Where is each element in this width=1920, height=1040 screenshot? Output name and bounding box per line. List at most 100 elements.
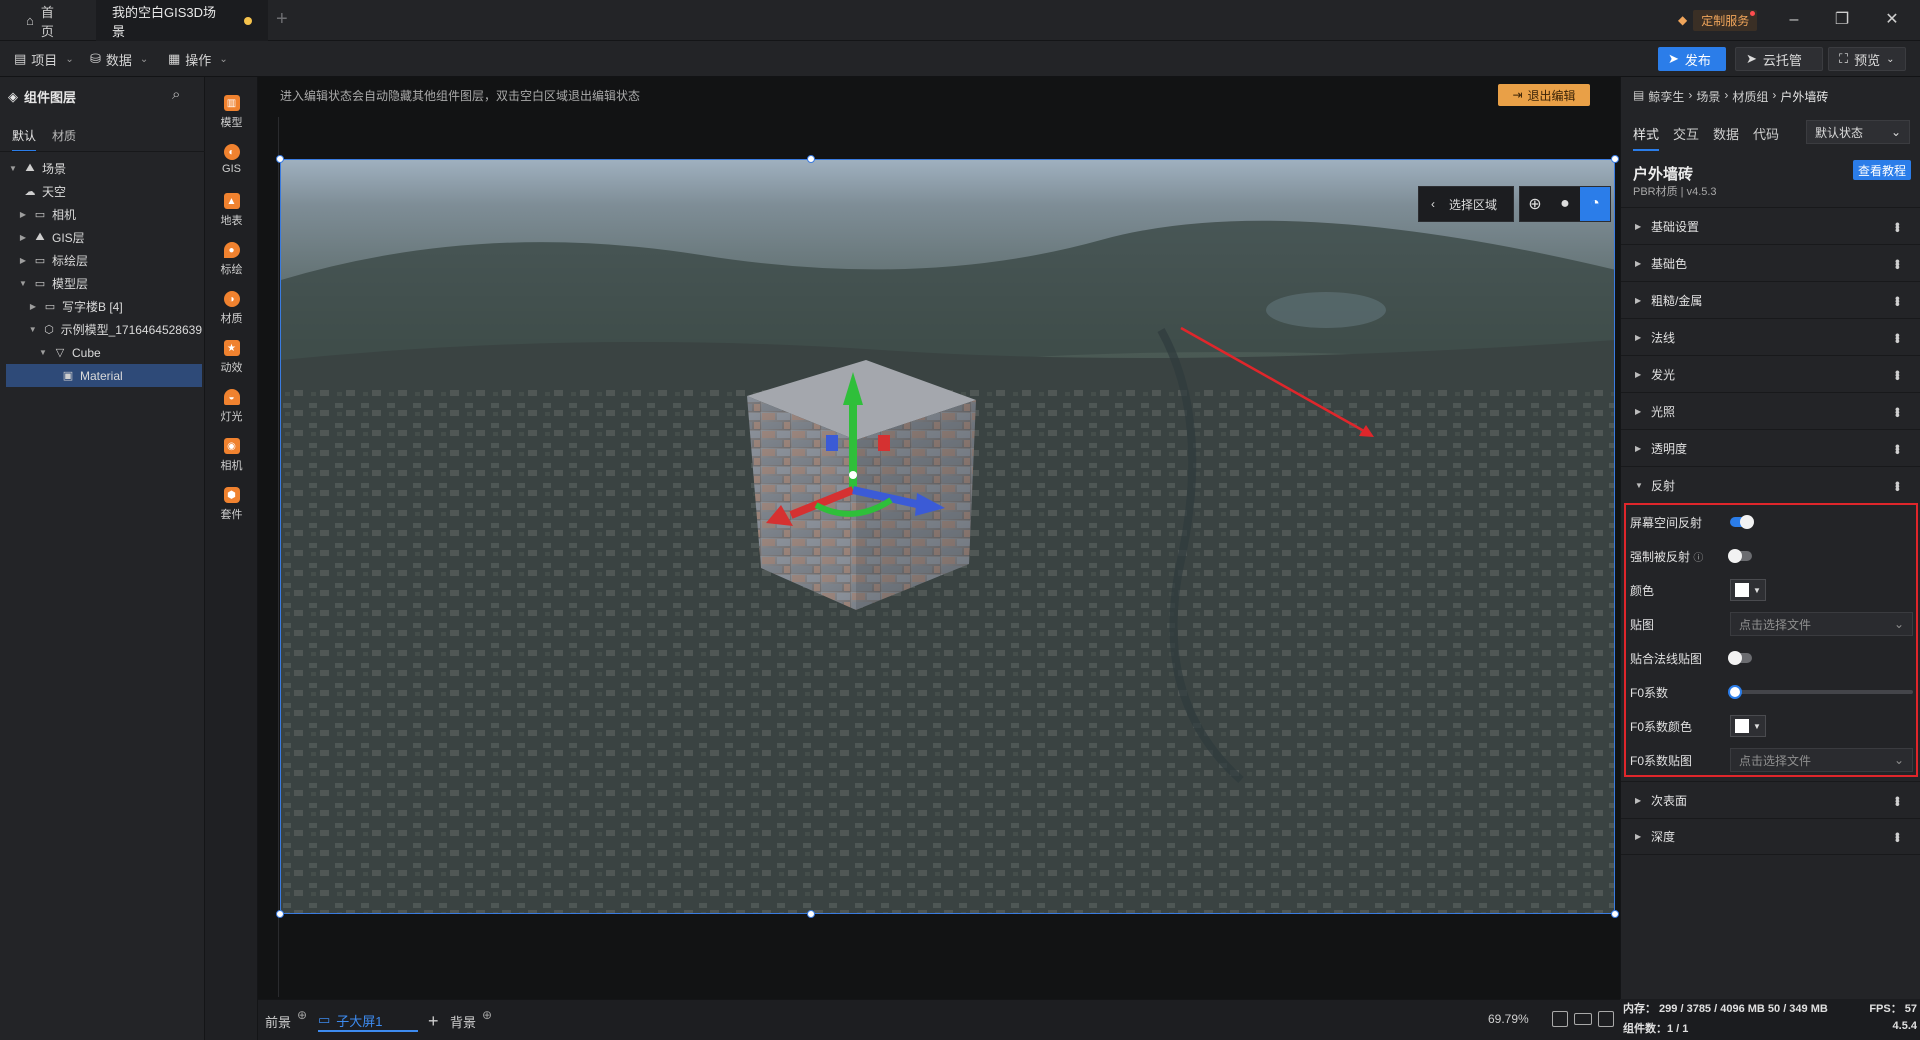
f0-color-picker[interactable]: ▼ bbox=[1730, 715, 1766, 737]
scene-tab[interactable]: 我的空白GIS3D场景 bbox=[96, 0, 268, 41]
tool-light[interactable]: ◒ 灯光 bbox=[205, 389, 258, 424]
fit-screen-icon[interactable] bbox=[1552, 1011, 1568, 1027]
caret-right-icon[interactable]: ▶ bbox=[28, 302, 38, 311]
tree-item-camera[interactable]: ▶ ▭ 相机 bbox=[6, 203, 202, 226]
normal-fit-toggle[interactable] bbox=[1728, 651, 1752, 665]
tree-item-sky[interactable]: ☁ 天空 bbox=[6, 180, 202, 203]
canvas-area[interactable]: 进入编辑状态会自动隐藏其他组件图层，双击空白区域退出编辑状态 ⇥ 退出编辑 ‹ … bbox=[258, 77, 1620, 999]
more-icon[interactable]: ••• bbox=[1890, 407, 1906, 416]
tree-item-gis[interactable]: ▶ ⛰ GIS层 bbox=[6, 226, 202, 249]
scene-viewport[interactable]: ‹ 选择区域 ⊕ ● ◔ bbox=[280, 159, 1615, 914]
add-circle-icon[interactable]: ⊕ bbox=[297, 1008, 307, 1022]
publish-button[interactable]: ➤ 发布 bbox=[1658, 47, 1726, 71]
menu-project[interactable]: ▤ 项目 ⌄ bbox=[14, 48, 74, 70]
tree-item-model-layer[interactable]: ▼ ▭ 模型层 bbox=[6, 272, 202, 295]
caret-right-icon[interactable]: ▶ bbox=[18, 210, 28, 219]
ssr-toggle[interactable] bbox=[1730, 515, 1754, 529]
more-icon[interactable]: ••• bbox=[1890, 333, 1906, 342]
caret-right-icon[interactable]: ▶ bbox=[18, 256, 28, 265]
tool-camera[interactable]: ◉ 相机 bbox=[205, 438, 258, 473]
tree-item-material[interactable]: ▣ Material bbox=[6, 364, 202, 387]
preview-button[interactable]: ⛶ 预览 ⌄ bbox=[1828, 47, 1906, 71]
map-file-select[interactable]: 点击选择文件 ⌄ bbox=[1730, 612, 1913, 636]
help-icon[interactable]: ⓘ bbox=[1693, 553, 1703, 564]
chevron-left-icon[interactable]: ‹ bbox=[1431, 197, 1435, 211]
resize-handle[interactable] bbox=[1611, 155, 1619, 163]
tree-item-scene[interactable]: ▼ ⛰ 场景 bbox=[6, 157, 202, 180]
resize-handle[interactable] bbox=[807, 155, 815, 163]
terminal-icon[interactable] bbox=[1598, 1011, 1614, 1027]
tool-terrain[interactable]: ▲ 地表 bbox=[205, 193, 258, 228]
tree-item-annotation[interactable]: ▶ ▭ 标绘层 bbox=[6, 249, 202, 272]
color-picker[interactable]: ▼ bbox=[1730, 579, 1766, 601]
tool-model[interactable]: ▥ 模型 bbox=[205, 95, 258, 130]
tree-item-sample-model[interactable]: ▼ ⬡ 示例模型_1716464528639 bbox=[6, 318, 202, 341]
cloud-host-button[interactable]: ➤ 云托管 bbox=[1735, 47, 1823, 71]
caret-down-icon[interactable]: ▼ bbox=[18, 279, 28, 288]
f0-map-file-select[interactable]: 点击选择文件 ⌄ bbox=[1730, 748, 1913, 772]
tab-foreground[interactable]: 前景 ⊕ bbox=[265, 1008, 307, 1032]
more-icon[interactable]: ••• bbox=[1890, 222, 1906, 231]
add-circle-icon[interactable]: ⊕ bbox=[482, 1008, 492, 1022]
custom-service-button[interactable]: 定制服务 bbox=[1693, 9, 1758, 31]
keyboard-icon[interactable] bbox=[1574, 1013, 1592, 1025]
tab-interaction[interactable]: 交互 bbox=[1673, 124, 1699, 151]
caret-down-icon[interactable]: ▼ bbox=[38, 348, 48, 357]
search-icon[interactable]: ⌕ bbox=[172, 86, 180, 103]
more-icon[interactable]: ••• bbox=[1890, 296, 1906, 305]
resize-handle[interactable] bbox=[276, 910, 284, 918]
tab-code[interactable]: 代码 bbox=[1753, 124, 1779, 151]
add-screen-icon[interactable]: + bbox=[428, 1010, 439, 1032]
tool-kit[interactable]: ⬢ 套件 bbox=[205, 487, 258, 522]
slider-knob[interactable] bbox=[1728, 685, 1742, 699]
tab-style[interactable]: 样式 bbox=[1633, 124, 1660, 151]
view-tutorial-button[interactable]: 查看教程 bbox=[1853, 160, 1911, 180]
section-emissive[interactable]: ▶ 发光 ••• bbox=[1621, 355, 1920, 392]
exit-edit-button[interactable]: ⇥ 退出编辑 bbox=[1498, 84, 1590, 106]
tab-sub-screen[interactable]: ▭ 子大屏1 bbox=[318, 1010, 418, 1032]
more-icon[interactable]: ••• bbox=[1890, 796, 1906, 805]
menu-operate[interactable]: ▦ 操作 ⌄ bbox=[168, 48, 228, 70]
minimize-icon[interactable]: – bbox=[1782, 9, 1806, 31]
home-tab[interactable]: ⌂ 首页 bbox=[10, 0, 80, 41]
tab-background[interactable]: 背景 ⊕ bbox=[450, 1008, 492, 1032]
breadcrumb-item[interactable]: 场景 bbox=[1696, 88, 1720, 105]
more-icon[interactable]: ••• bbox=[1890, 259, 1906, 268]
restore-icon[interactable]: ❐ bbox=[1830, 9, 1854, 31]
solid-view-icon[interactable]: ● bbox=[1550, 187, 1580, 221]
resize-handle[interactable] bbox=[276, 155, 284, 163]
section-depth[interactable]: ▶ 深度 ••• bbox=[1621, 818, 1920, 855]
close-icon[interactable]: ✕ bbox=[1880, 9, 1904, 31]
section-lighting[interactable]: ▶ 光照 ••• bbox=[1621, 392, 1920, 429]
section-base-color[interactable]: ▶ 基础色 ••• bbox=[1621, 244, 1920, 281]
section-subsurface[interactable]: ▶ 次表面 ••• bbox=[1621, 781, 1920, 818]
custom-service[interactable]: ◆ 定制服务 bbox=[1678, 9, 1758, 31]
tool-material[interactable]: ◑ 材质 bbox=[205, 291, 258, 326]
section-basic-settings[interactable]: ▶ 基础设置 ••• bbox=[1621, 207, 1920, 244]
tab-material[interactable]: 材质 bbox=[52, 127, 76, 152]
section-roughness-metal[interactable]: ▶ 粗糙/金属 ••• bbox=[1621, 281, 1920, 318]
breadcrumb-item[interactable]: 材质组 bbox=[1732, 88, 1768, 105]
tool-annotation[interactable]: ● 标绘 bbox=[205, 242, 258, 277]
new-tab-icon[interactable]: + bbox=[276, 8, 288, 31]
caret-down-icon[interactable]: ▼ bbox=[28, 325, 37, 334]
more-icon[interactable]: ••• bbox=[1890, 832, 1906, 841]
section-reflection[interactable]: ▼ 反射 ••• bbox=[1621, 466, 1920, 503]
section-normal[interactable]: ▶ 法线 ••• bbox=[1621, 318, 1920, 355]
resize-handle[interactable] bbox=[1611, 910, 1619, 918]
caret-down-icon[interactable]: ▼ bbox=[8, 164, 18, 173]
f0-slider[interactable] bbox=[1728, 685, 1913, 699]
globe-view-icon[interactable]: ⊕ bbox=[1520, 187, 1550, 221]
menu-data[interactable]: ⛁ 数据 ⌄ bbox=[90, 48, 148, 70]
rotate-view-icon[interactable]: ◔ bbox=[1580, 187, 1610, 221]
more-icon[interactable]: ••• bbox=[1890, 370, 1906, 379]
force-reflect-toggle[interactable] bbox=[1728, 549, 1752, 563]
tree-item-cube[interactable]: ▼ ▽ Cube bbox=[6, 341, 202, 364]
tab-default[interactable]: 默认 bbox=[12, 127, 37, 152]
caret-right-icon[interactable]: ▶ bbox=[18, 233, 28, 242]
section-transparency[interactable]: ▶ 透明度 ••• bbox=[1621, 429, 1920, 466]
more-icon[interactable]: ••• bbox=[1890, 481, 1906, 490]
zoom-level[interactable]: 69.79% bbox=[1488, 1012, 1529, 1026]
resize-handle[interactable] bbox=[807, 910, 815, 918]
tool-effect[interactable]: ★ 动效 bbox=[205, 340, 258, 375]
